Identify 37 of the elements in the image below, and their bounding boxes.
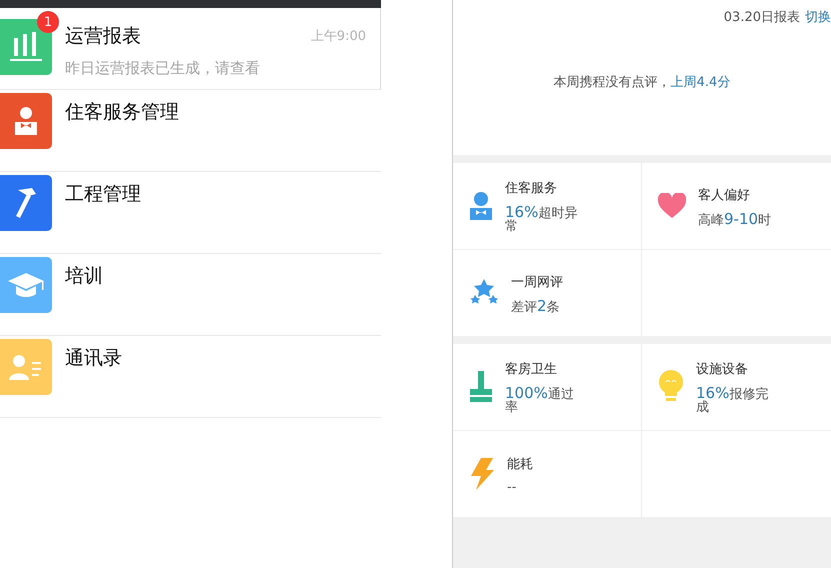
stat-value: 高峰9-10时: [698, 212, 772, 226]
review-note: 本周携程没有点评，: [554, 75, 671, 90]
stat-title: 设施设备: [696, 361, 749, 378]
stat-value: --: [507, 480, 518, 494]
contact-card-icon: [8, 352, 44, 382]
lightning-icon: [469, 458, 495, 490]
chat-title: 运营报表: [65, 24, 141, 49]
chat-item[interactable]: 工程管理: [0, 172, 381, 254]
chat-item[interactable]: 培训: [0, 254, 381, 336]
report-date: 03.20日报表: [724, 9, 800, 26]
person-icon: [469, 191, 493, 221]
last-week-score-link[interactable]: 上周4.4分: [670, 75, 730, 90]
stat-value: 16%超时异常: [505, 205, 578, 233]
unread-badge: 1: [37, 11, 59, 33]
chat-time: 上午9:00: [310, 28, 366, 45]
chat-item[interactable]: 1 运营报表 上午9:00 昨日运营报表已生成，请查看: [0, 8, 381, 90]
chat-preview: 昨日运营报表已生成，请查看: [65, 59, 261, 78]
stat-value: 16%报修完成: [696, 386, 770, 414]
stat-value: 100%通过率: [505, 386, 575, 414]
heart-icon: [658, 193, 686, 219]
chat-title: 工程管理: [65, 182, 141, 207]
bar-chart-icon: [9, 32, 43, 62]
chat-item[interactable]: 住客服务管理: [0, 90, 381, 172]
stat-title: 能耗: [507, 456, 534, 472]
chat-title: 培训: [65, 264, 103, 289]
switch-link[interactable]: 切换: [805, 8, 831, 26]
chat-title: 住客服务管理: [65, 100, 179, 125]
broom-icon: [469, 371, 493, 403]
stat-value: 差评2条: [511, 298, 561, 314]
light-bulb-icon: [658, 370, 684, 404]
stat-title: 客房卫生: [505, 361, 558, 378]
stat-title: 客人偏好: [698, 186, 751, 204]
stat-title: 住客服务: [505, 180, 558, 197]
person-icon: [13, 106, 39, 136]
chat-item[interactable]: 通讯录: [0, 336, 381, 418]
chat-title: 通讯录: [65, 346, 122, 371]
stat-title: 一周网评: [511, 274, 564, 290]
